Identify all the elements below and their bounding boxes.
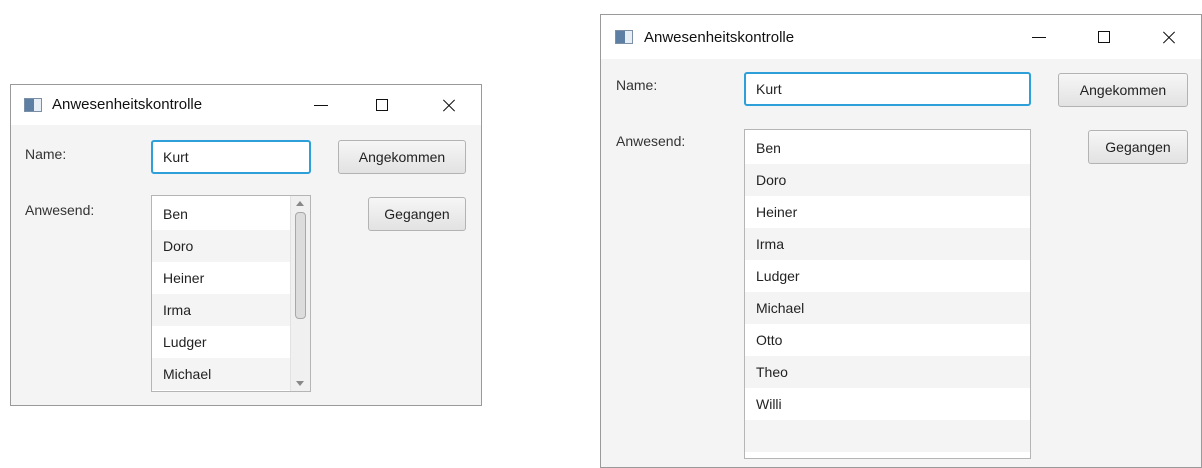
list-item[interactable]: Irma: [152, 294, 290, 326]
window-title: Anwesenheitskontrolle: [644, 29, 795, 46]
window-large: Anwesenheitskontrolle Name: Angekommen A…: [600, 14, 1202, 468]
minimize-icon[interactable]: [1029, 27, 1049, 47]
java-app-icon: [615, 30, 633, 44]
list-item[interactable]: Michael: [152, 358, 290, 390]
arrived-button[interactable]: Angekommen: [338, 140, 466, 174]
name-input[interactable]: [151, 140, 311, 174]
arrived-button[interactable]: Angekommen: [1058, 73, 1188, 107]
present-label: Anwesend:: [616, 133, 686, 149]
scroll-down-icon[interactable]: [296, 381, 304, 386]
scrollbar-thumb[interactable]: [295, 212, 306, 319]
close-icon[interactable]: [439, 95, 459, 115]
list-item[interactable]: Irma: [745, 228, 1030, 260]
list-item[interactable]: Ben: [745, 132, 1030, 164]
present-label: Anwesend:: [25, 202, 95, 218]
list-item[interactable]: Doro: [745, 164, 1030, 196]
minimize-icon[interactable]: [311, 95, 331, 115]
left-button[interactable]: Gegangen: [1088, 130, 1188, 164]
list-item[interactable]: Doro: [152, 230, 290, 262]
name-label: Name:: [616, 77, 658, 93]
title-bar[interactable]: Anwesenheitskontrolle: [11, 85, 481, 125]
attendee-list[interactable]: Ben Doro Heiner Irma Ludger Michael Otto…: [744, 129, 1031, 459]
close-icon[interactable]: [1159, 27, 1179, 47]
list-item: [745, 420, 1030, 452]
scroll-up-icon[interactable]: [296, 201, 304, 206]
vertical-scrollbar[interactable]: [290, 196, 310, 391]
attendee-rows: Ben Doro Heiner Irma Ludger Michael Otto…: [745, 132, 1030, 452]
list-item[interactable]: Heiner: [152, 262, 290, 294]
list-item[interactable]: Ben: [152, 198, 290, 230]
list-item[interactable]: Theo: [745, 356, 1030, 388]
java-app-icon: [24, 98, 42, 112]
attendee-list[interactable]: Ben Doro Heiner Irma Ludger Michael: [151, 195, 311, 392]
title-bar[interactable]: Anwesenheitskontrolle: [601, 15, 1201, 59]
name-label: Name:: [25, 146, 67, 162]
maximize-icon[interactable]: [1094, 27, 1114, 47]
list-item[interactable]: Ludger: [152, 326, 290, 358]
window-title: Anwesenheitskontrolle: [52, 96, 203, 113]
left-button[interactable]: Gegangen: [368, 197, 466, 231]
list-item[interactable]: Otto: [745, 324, 1030, 356]
name-input[interactable]: [744, 72, 1031, 106]
list-item[interactable]: Willi: [745, 388, 1030, 420]
list-item[interactable]: Ludger: [745, 260, 1030, 292]
maximize-icon[interactable]: [372, 95, 392, 115]
attendee-rows: Ben Doro Heiner Irma Ludger Michael: [152, 198, 290, 390]
list-item[interactable]: Michael: [745, 292, 1030, 324]
list-item[interactable]: Heiner: [745, 196, 1030, 228]
window-small: Anwesenheitskontrolle Name: Angekommen A…: [10, 84, 482, 406]
